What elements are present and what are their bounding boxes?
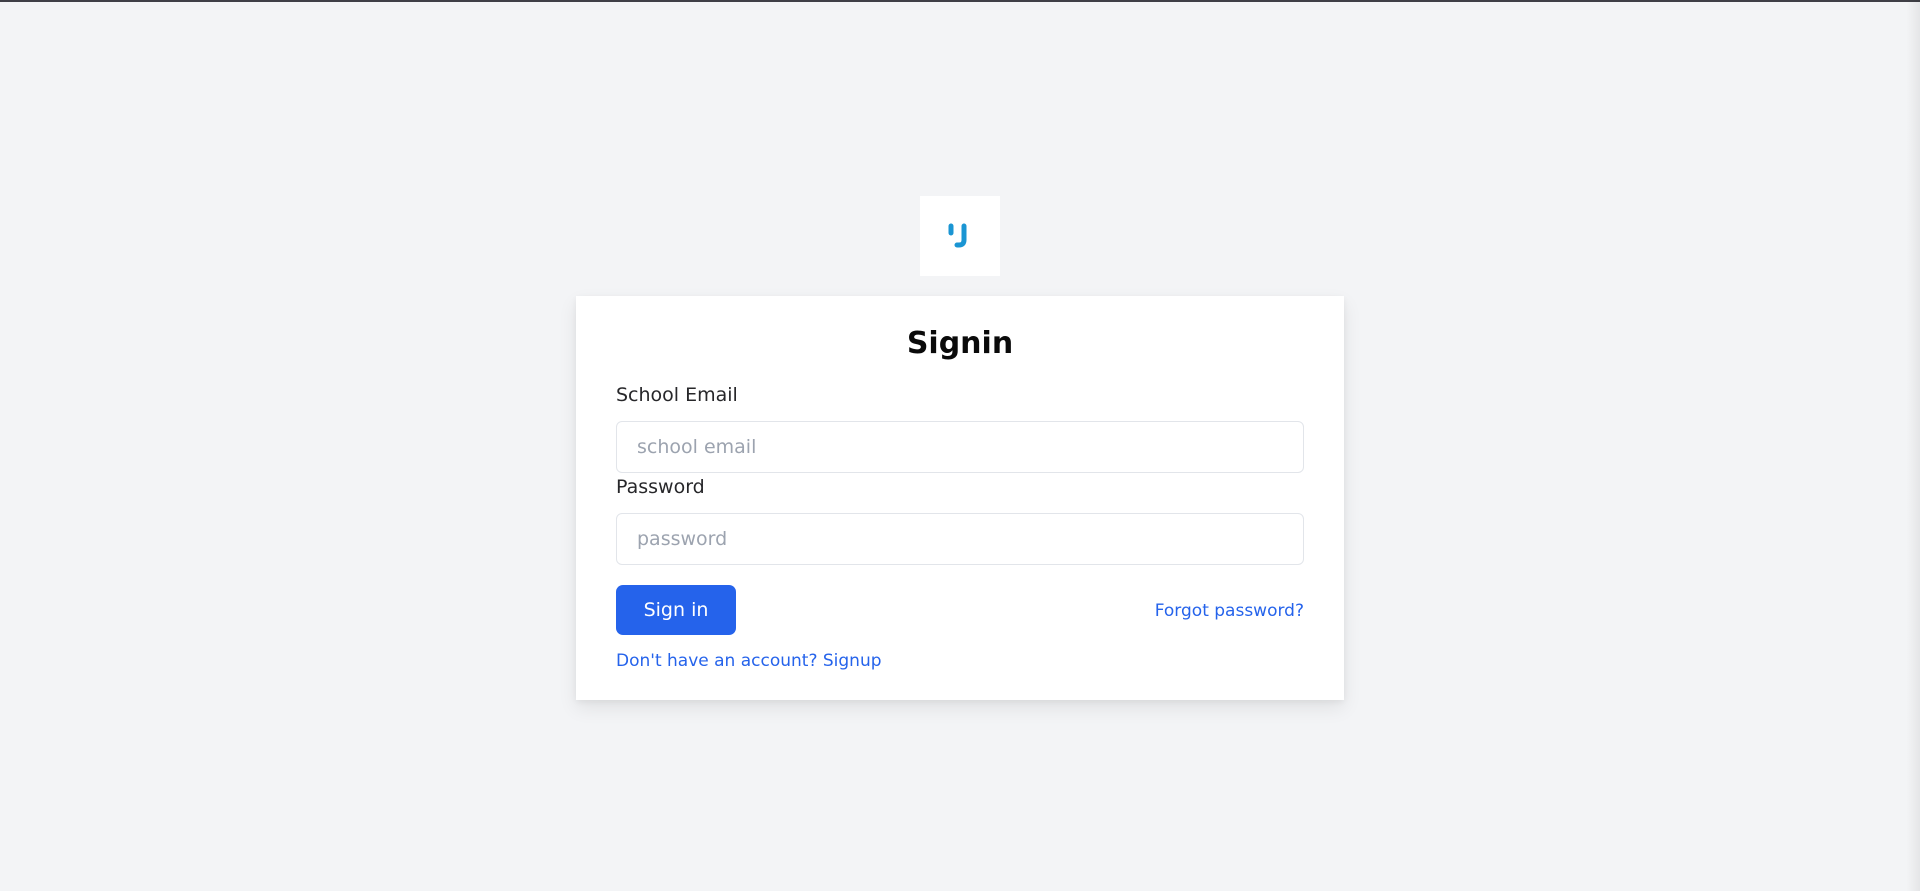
password-field[interactable]: [616, 513, 1304, 565]
password-label: Password: [616, 476, 705, 498]
signin-card: Signin School Email Password Sign in For…: [576, 296, 1344, 700]
forgot-password-link[interactable]: Forgot password?: [1155, 600, 1304, 622]
signup-link[interactable]: Don't have an account? Signup: [616, 650, 882, 672]
email-label: School Email: [616, 384, 738, 406]
window-top-border: [0, 0, 1920, 2]
page-title: Signin: [906, 326, 1014, 361]
email-field[interactable]: [616, 421, 1304, 473]
right-edge-shadow: [1906, 0, 1920, 891]
stylized-u-logo-icon: [948, 223, 967, 248]
sign-in-button[interactable]: Sign in: [616, 585, 736, 635]
logo: [920, 196, 1000, 276]
